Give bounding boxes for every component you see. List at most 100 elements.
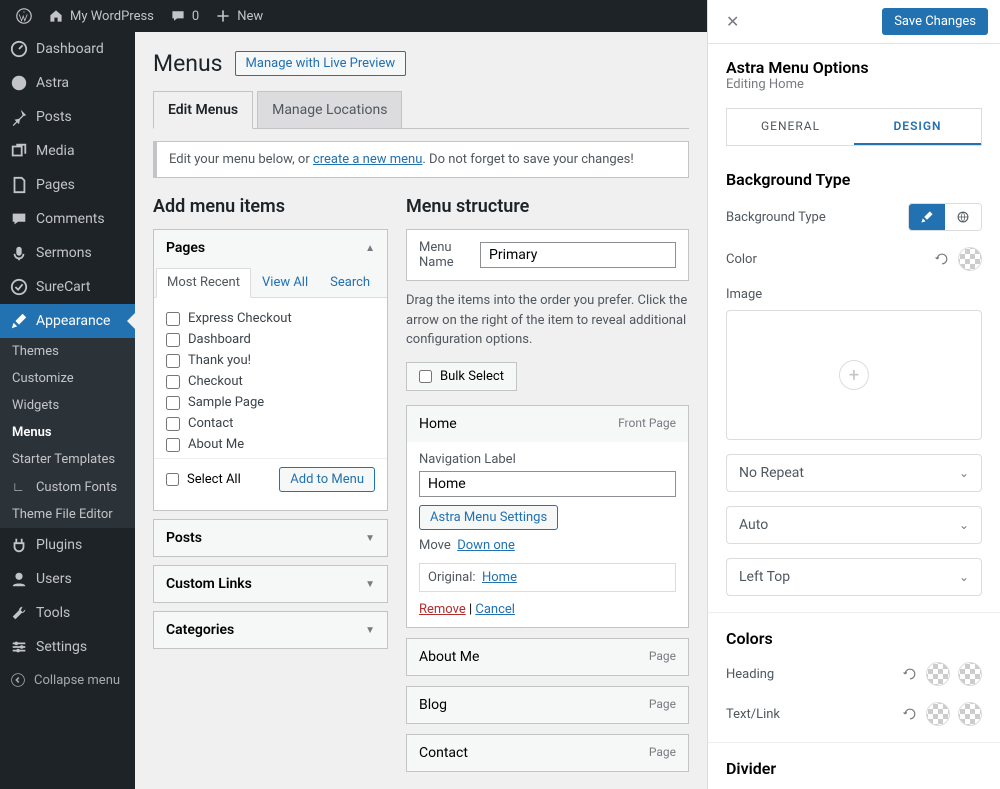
close-icon[interactable]: ✕ <box>720 10 745 33</box>
site-link[interactable]: My WordPress <box>40 0 162 32</box>
textlink-swatch-2[interactable] <box>958 702 982 726</box>
bg-section-title: Background Type <box>726 170 982 189</box>
menu-item-header[interactable]: HomeFront Page <box>407 406 688 442</box>
sub-starter[interactable]: Starter Templates <box>0 446 135 473</box>
comment-icon <box>170 8 186 24</box>
create-menu-link[interactable]: create a new menu <box>313 152 422 167</box>
subtab-viewall[interactable]: View All <box>251 268 319 297</box>
label: Media <box>36 143 75 159</box>
comments-count: 0 <box>192 9 199 24</box>
sub-widgets[interactable]: Widgets <box>0 392 135 419</box>
panel-title: Astra Menu Options <box>726 58 982 77</box>
sidebar-item-astra[interactable]: Astra <box>0 66 135 100</box>
bg-type-label: Background Type <box>726 210 826 225</box>
select-all[interactable]: Select All <box>166 472 241 487</box>
page-item[interactable]: Contact <box>166 413 375 434</box>
page-item[interactable]: Thank you! <box>166 350 375 371</box>
admin-sidebar: Dashboard Astra Posts Media Pages Commen… <box>0 32 135 789</box>
collapse-icon <box>10 672 26 688</box>
sidebar-item-tools[interactable]: Tools <box>0 596 135 630</box>
tab-manage-locations[interactable]: Manage Locations <box>257 91 402 128</box>
subtab-search[interactable]: Search <box>319 268 381 297</box>
sub-fonts[interactable]: ∟ Custom Fonts <box>0 473 135 501</box>
sidebar-item-posts[interactable]: Posts <box>0 100 135 134</box>
sidebar-item-appearance[interactable]: Appearance <box>0 304 135 338</box>
comments-link[interactable]: 0 <box>162 0 207 32</box>
astra-settings-button[interactable]: Astra Menu Settings <box>419 505 558 530</box>
label: Dashboard <box>36 41 104 57</box>
reset-icon[interactable] <box>934 251 950 267</box>
new-link[interactable]: New <box>207 0 271 32</box>
menu-name-input[interactable] <box>480 242 676 268</box>
move-down-link[interactable]: Down one <box>457 538 515 553</box>
page-item[interactable]: Sample Page <box>166 392 375 413</box>
label: Tools <box>36 605 70 621</box>
tab-edit-menus[interactable]: Edit Menus <box>153 91 253 129</box>
user-icon <box>10 570 28 588</box>
acc-head-custom[interactable]: Custom Links▼ <box>154 566 387 602</box>
sidebar-item-comments[interactable]: Comments <box>0 202 135 236</box>
sub-customize[interactable]: Customize <box>0 365 135 392</box>
sub-theme-editor[interactable]: Theme File Editor <box>0 501 135 528</box>
sidebar-item-sermons[interactable]: Sermons <box>0 236 135 270</box>
add-to-menu-button[interactable]: Add to Menu <box>279 467 375 492</box>
collapse-menu[interactable]: Collapse menu <box>0 664 135 696</box>
sidebar-item-plugins[interactable]: Plugins <box>0 528 135 562</box>
heading-swatch-2[interactable] <box>958 662 982 686</box>
caret-down-icon: ▼ <box>365 533 375 544</box>
reset-icon[interactable] <box>902 666 918 682</box>
live-preview-button[interactable]: Manage with Live Preview <box>235 51 407 76</box>
bg-type-gradient[interactable] <box>945 204 981 230</box>
accordion-posts: Posts▼ <box>153 519 388 557</box>
sub-menus[interactable]: Menus <box>0 419 135 446</box>
menu-item-header[interactable]: About MePage <box>407 639 688 675</box>
page-item[interactable]: Checkout <box>166 371 375 392</box>
subtab-recent[interactable]: Most Recent <box>156 268 251 298</box>
repeat-select[interactable]: No Repeat⌄ <box>726 454 982 492</box>
bg-type-color[interactable] <box>909 204 945 230</box>
sidebar-item-users[interactable]: Users <box>0 562 135 596</box>
color-swatch[interactable] <box>958 247 982 271</box>
pin-icon <box>10 108 28 126</box>
sidebar-item-media[interactable]: Media <box>0 134 135 168</box>
heading-swatch-1[interactable] <box>926 662 950 686</box>
sidebar-item-pages[interactable]: Pages <box>0 168 135 202</box>
save-changes-button[interactable]: Save Changes <box>882 8 988 35</box>
mic-icon <box>10 244 28 262</box>
panel-tab-design[interactable]: DESIGN <box>854 109 981 145</box>
panel-tab-general[interactable]: GENERAL <box>727 109 854 145</box>
nav-label-label: Navigation Label <box>419 452 676 467</box>
acc-head-categories[interactable]: Categories▼ <box>154 612 387 648</box>
acc-head-posts[interactable]: Posts▼ <box>154 520 387 556</box>
page-item[interactable]: About Me <box>166 434 375 455</box>
size-select[interactable]: Auto⌄ <box>726 506 982 544</box>
bulk-select[interactable]: Bulk Select <box>406 362 517 391</box>
sub-themes[interactable]: Themes <box>0 338 135 365</box>
plus-icon: + <box>839 360 869 390</box>
textlink-color-label: Text/Link <box>726 707 780 722</box>
menu-item-header[interactable]: ContactPage <box>407 735 688 771</box>
sidebar-item-settings[interactable]: Settings <box>0 630 135 664</box>
label: Astra <box>36 75 69 91</box>
menu-item-header[interactable]: BlogPage <box>407 687 688 723</box>
wp-logo[interactable] <box>8 0 40 32</box>
acc-head-pages[interactable]: Pages▲ <box>154 230 387 266</box>
original-link[interactable]: Home <box>482 570 517 585</box>
sidebar-item-surecart[interactable]: SureCart <box>0 270 135 304</box>
brush-icon <box>10 312 28 330</box>
image-uploader[interactable]: + <box>726 310 982 440</box>
sidebar-item-dashboard[interactable]: Dashboard <box>0 32 135 66</box>
textlink-swatch-1[interactable] <box>926 702 950 726</box>
position-select[interactable]: Left Top⌄ <box>726 558 982 596</box>
nav-label-input[interactable] <box>419 471 676 497</box>
home-icon <box>48 8 64 24</box>
color-label: Color <box>726 252 757 267</box>
remove-link[interactable]: Remove <box>419 602 466 617</box>
colors-section-title: Colors <box>726 629 982 648</box>
reset-icon[interactable] <box>902 706 918 722</box>
cancel-link[interactable]: Cancel <box>475 602 515 617</box>
page-item[interactable]: Dashboard <box>166 329 375 350</box>
page-item[interactable]: Express Checkout <box>166 308 375 329</box>
label: Pages <box>36 177 75 193</box>
divider-section-title: Divider <box>726 759 982 778</box>
